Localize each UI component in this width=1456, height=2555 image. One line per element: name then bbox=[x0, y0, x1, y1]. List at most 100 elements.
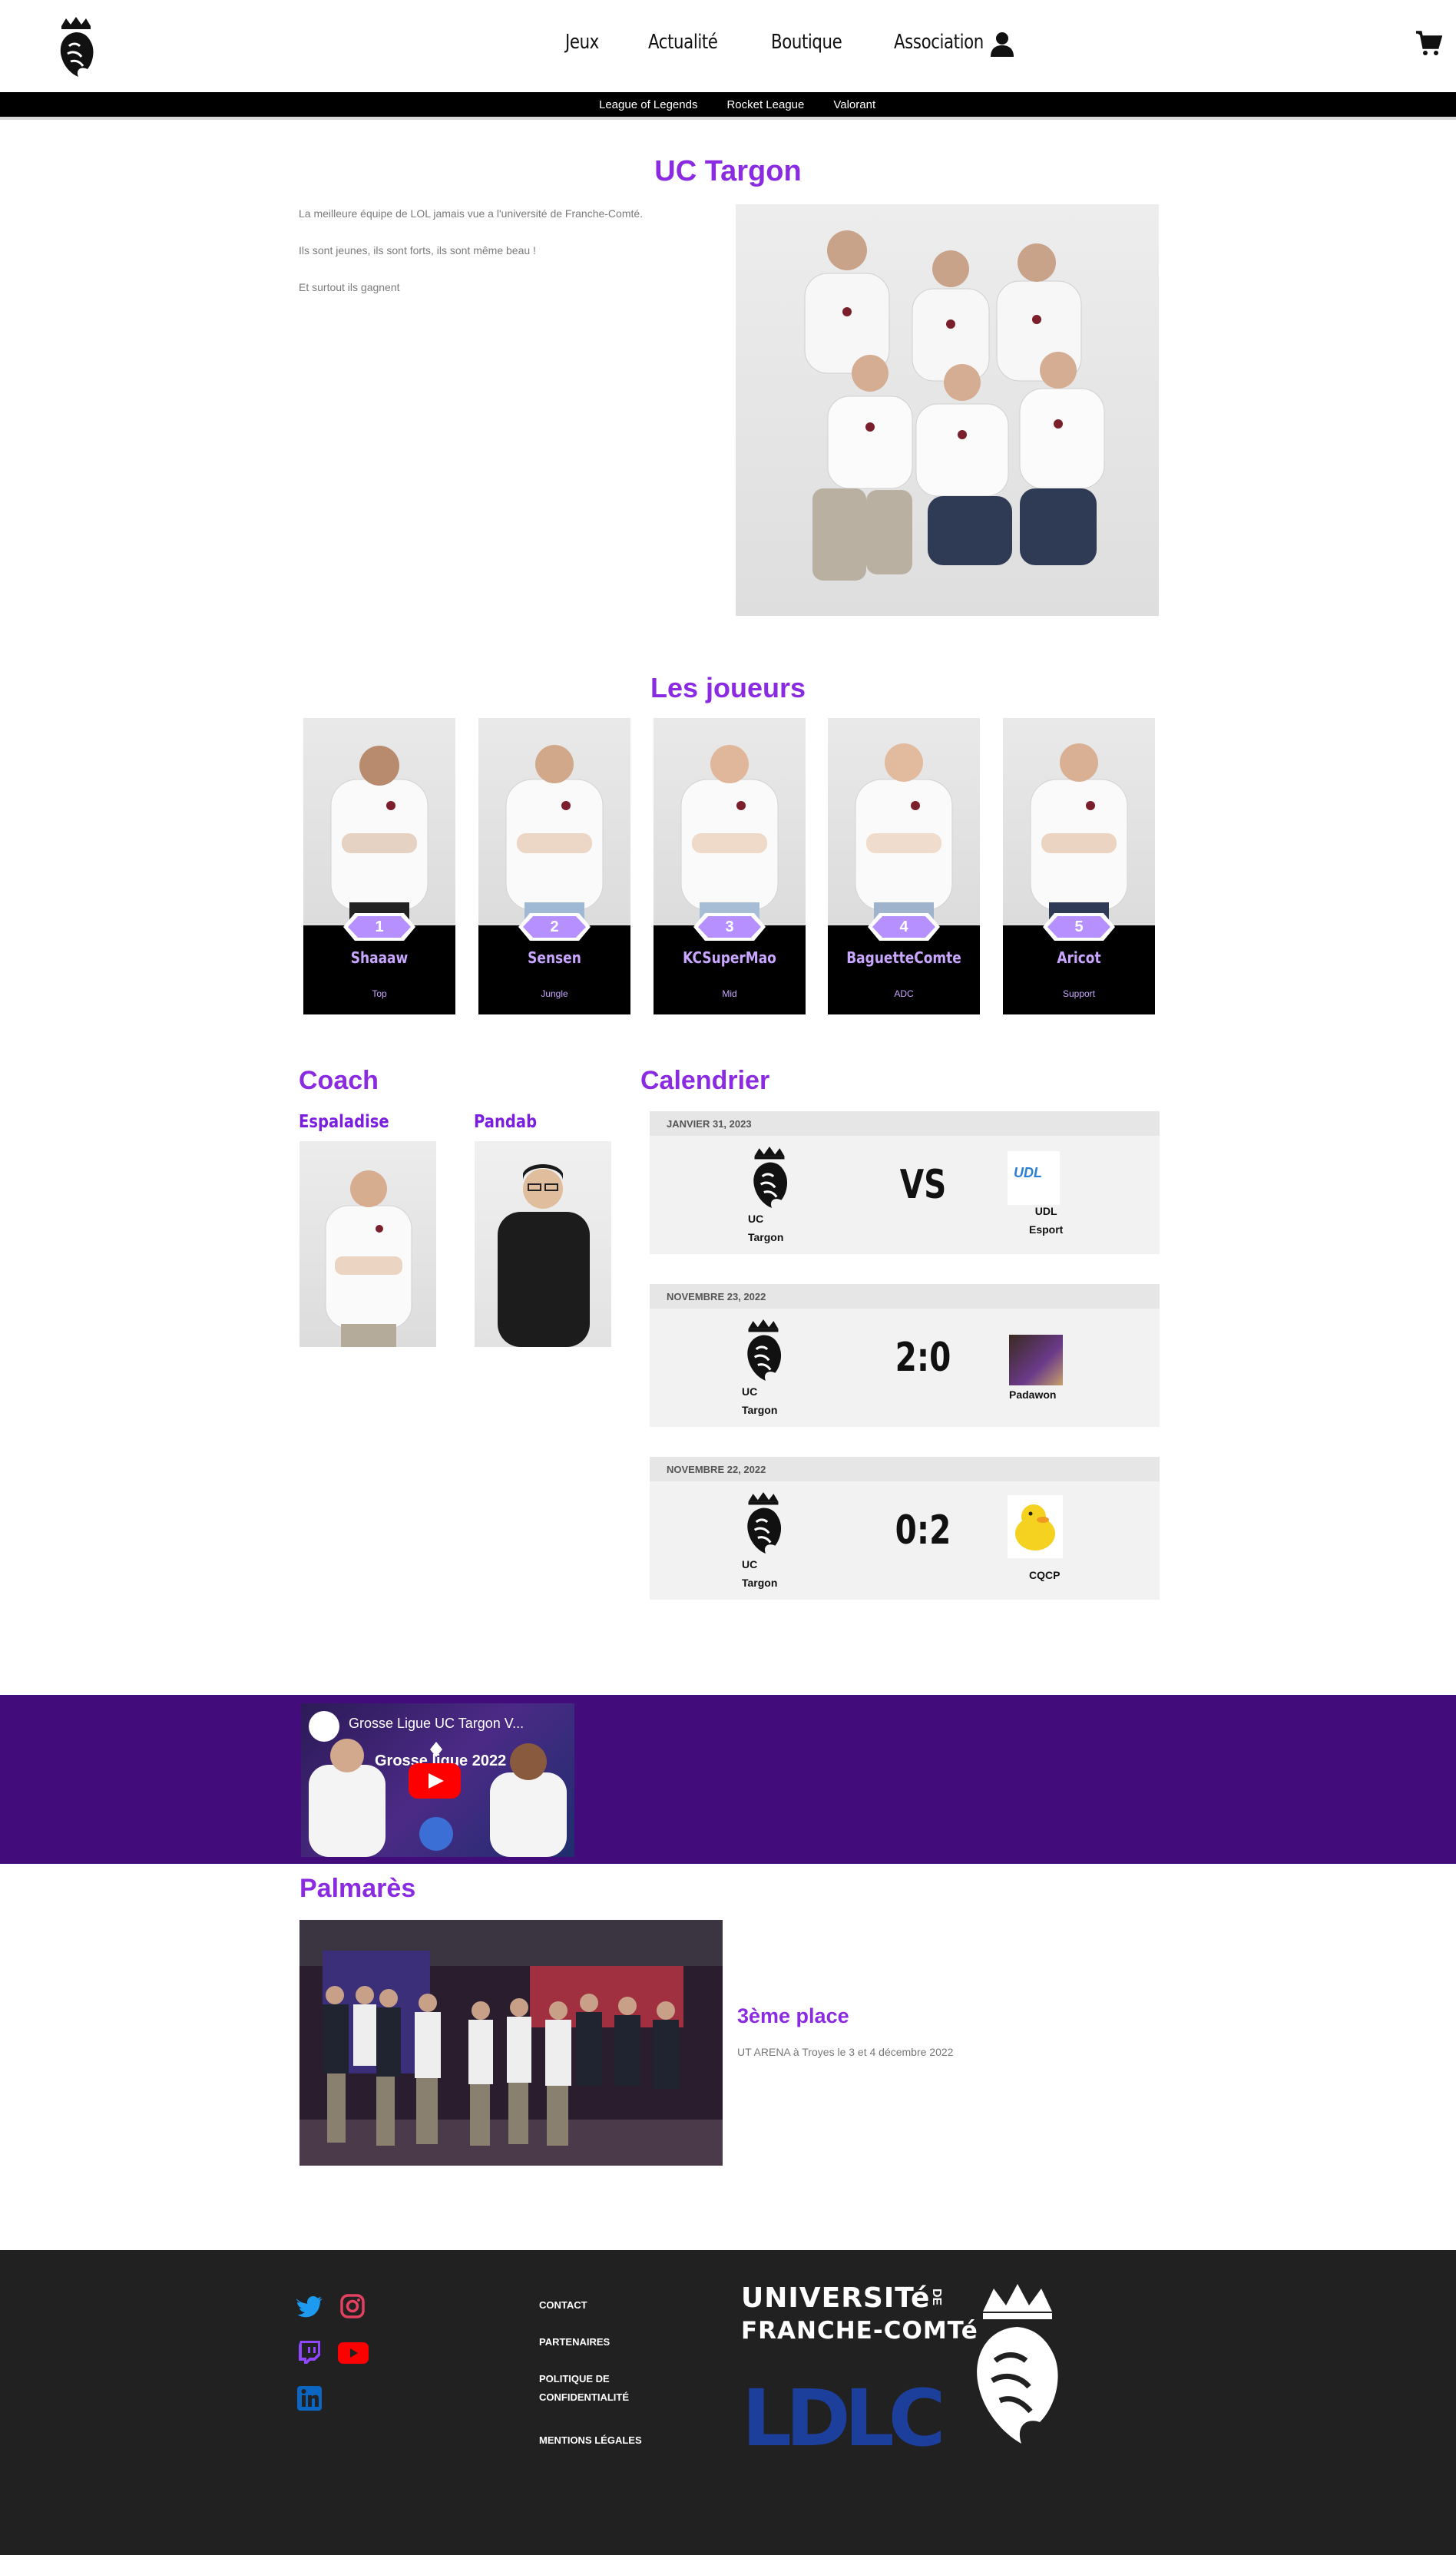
player-number-badge: 2 bbox=[523, 916, 586, 938]
player-role: Jungle bbox=[541, 988, 568, 999]
footer-link-privacy-line: CONFIDENTIALITÉ bbox=[539, 2391, 629, 2403]
opponent-logo-text: UDL bbox=[1014, 1165, 1042, 1180]
player-name: BaguetteComte bbox=[846, 948, 961, 967]
team-name-line: Targon bbox=[748, 1231, 784, 1243]
coach-photo bbox=[299, 1141, 436, 1347]
player-card[interactable]: 5 Aricot Support bbox=[1003, 718, 1155, 1014]
footer-link-contact[interactable]: CONTACT bbox=[539, 2296, 587, 2315]
coach-name: Pandab bbox=[474, 1112, 538, 1132]
player-number-badge: 5 bbox=[1047, 916, 1110, 938]
palmares-description: UT ARENA à Troyes le 3 et 4 décembre 202… bbox=[737, 2046, 954, 2058]
player-number-badge: 4 bbox=[872, 916, 935, 938]
uc-targon-logo-icon bbox=[747, 1492, 782, 1554]
ldlc-logo[interactable]: LDLC bbox=[742, 2373, 946, 2464]
hero-paragraph-3: Et surtout ils gagnent bbox=[299, 281, 400, 293]
site-header: Jeux Actualité Boutique Association bbox=[0, 0, 1456, 92]
instagram-icon[interactable] bbox=[339, 2293, 366, 2319]
match-card[interactable]: JANVIER 31, 2023 UC Targon VS UDL UDL Es… bbox=[650, 1111, 1160, 1254]
coach-title: Coach bbox=[299, 1066, 379, 1095]
opponent-name-line: Padawon bbox=[1009, 1388, 1057, 1401]
player-photo bbox=[654, 718, 806, 925]
lion-logo-icon[interactable] bbox=[54, 15, 98, 78]
player-name: Sensen bbox=[528, 948, 581, 967]
match-card[interactable]: NOVEMBRE 23, 2022 UC Targon 2:0 Padawon bbox=[650, 1284, 1160, 1427]
coach-name: Espaladise bbox=[299, 1112, 389, 1132]
nav-boutique[interactable]: Boutique bbox=[771, 31, 842, 54]
university-logo-de: DE bbox=[930, 2289, 943, 2306]
player-card[interactable]: 1 Shaaaw Top bbox=[303, 718, 455, 1014]
hero-paragraph-2: Ils sont jeunes, ils sont forts, ils son… bbox=[299, 244, 536, 256]
linkedin-icon[interactable] bbox=[296, 2385, 323, 2411]
hero-paragraph-1: La meilleure équipe de LOL jamais vue a … bbox=[299, 207, 644, 220]
nav-actualite[interactable]: Actualité bbox=[648, 31, 719, 54]
player-photo bbox=[478, 718, 630, 925]
opponent-name: CQCP bbox=[1029, 1566, 1060, 1584]
footer-link-privacy[interactable]: POLITIQUE DE CONFIDENTIALITÉ bbox=[539, 2370, 629, 2407]
player-photo bbox=[828, 718, 980, 925]
uc-targon-logo-icon bbox=[753, 1147, 788, 1208]
nav-jeux[interactable]: Jeux bbox=[565, 31, 603, 54]
players-title: Les joueurs bbox=[650, 672, 806, 703]
main-nav: Jeux Actualité Boutique Association bbox=[565, 31, 1052, 54]
team-photo bbox=[736, 204, 1159, 616]
user-icon[interactable] bbox=[989, 31, 1015, 57]
subnav-rocket-league[interactable]: Rocket League bbox=[726, 98, 804, 111]
team-name-line: Targon bbox=[742, 1404, 778, 1416]
subnav-league-of-legends[interactable]: League of Legends bbox=[599, 98, 697, 111]
player-photo bbox=[303, 718, 455, 925]
youtube-video-embed[interactable]: Grosse Ligue UC Targon V... Grosse ligue… bbox=[301, 1703, 574, 1857]
twitter-icon[interactable] bbox=[296, 2293, 323, 2319]
lion-footer-logo-icon bbox=[977, 2284, 1058, 2444]
player-number-badge: 1 bbox=[348, 916, 411, 938]
nav-association[interactable]: Association bbox=[894, 31, 994, 54]
player-photo bbox=[1003, 718, 1155, 925]
team-name-line: UC bbox=[742, 1558, 758, 1570]
match-team-name: UC Targon bbox=[742, 1382, 777, 1419]
match-date: NOVEMBRE 23, 2022 bbox=[650, 1284, 1160, 1309]
player-role: Support bbox=[1062, 988, 1096, 999]
player-name: Aricot bbox=[1057, 948, 1101, 967]
match-date: NOVEMBRE 22, 2022 bbox=[650, 1457, 1160, 1481]
player-card[interactable]: 3 KCSuperMao Mid bbox=[654, 718, 806, 1014]
twitch-icon[interactable] bbox=[296, 2339, 323, 2365]
player-card[interactable]: 2 Sensen Jungle bbox=[478, 718, 630, 1014]
coach-photo bbox=[475, 1141, 611, 1347]
university-logo-line: FRANCHE-COMTé bbox=[741, 2317, 978, 2345]
opponent-name: Padawon bbox=[1009, 1385, 1056, 1404]
video-title[interactable]: Grosse Ligue UC Targon V... bbox=[349, 1716, 524, 1732]
player-role: Top bbox=[372, 988, 387, 999]
subnav-valorant[interactable]: Valorant bbox=[833, 98, 875, 111]
match-score: VS bbox=[899, 1162, 947, 1208]
games-subnav: League of Legends Rocket League Valorant bbox=[0, 92, 1456, 120]
udl-esport-logo-icon: UDL bbox=[1008, 1151, 1060, 1205]
footer-link-legal[interactable]: MENTIONS LÉGALES bbox=[539, 2431, 642, 2450]
palmares-title: Palmarès bbox=[299, 1874, 416, 1903]
player-name: Shaaaw bbox=[350, 948, 409, 967]
calendar-title: Calendrier bbox=[640, 1066, 770, 1095]
youtube-icon[interactable] bbox=[338, 2342, 369, 2364]
match-score: 2:0 bbox=[895, 1335, 951, 1381]
uc-targon-logo-icon bbox=[747, 1319, 782, 1381]
player-name: KCSuperMao bbox=[683, 948, 776, 967]
team-name-line: UC bbox=[742, 1385, 758, 1398]
padawon-logo-icon bbox=[1009, 1335, 1063, 1385]
cart-icon[interactable] bbox=[1415, 29, 1442, 57]
play-icon[interactable] bbox=[409, 1763, 461, 1799]
site-footer: CONTACT PARTENAIRES POLITIQUE DE CONFIDE… bbox=[0, 2250, 1456, 2555]
opponent-name-line: CQCP bbox=[1029, 1569, 1061, 1581]
player-role: Mid bbox=[722, 988, 737, 999]
team-name-line: Targon bbox=[742, 1577, 778, 1589]
footer-link-privacy-line: POLITIQUE DE bbox=[539, 2373, 610, 2385]
player-card[interactable]: 4 BaguetteComte ADC bbox=[828, 718, 980, 1014]
match-card[interactable]: NOVEMBRE 22, 2022 UC Targon 0:2 CQCP bbox=[650, 1457, 1160, 1600]
page-title: UC Targon bbox=[654, 155, 802, 187]
footer-link-partners[interactable]: PARTENAIRES bbox=[539, 2333, 610, 2351]
match-score: 0:2 bbox=[895, 1508, 951, 1554]
ldlc-logo-text: LDLC bbox=[742, 2373, 946, 2464]
player-role: ADC bbox=[894, 988, 914, 999]
opponent-name-line: Esport bbox=[1029, 1223, 1064, 1236]
match-team-name: UC Targon bbox=[742, 1555, 777, 1592]
match-team-name: UC Targon bbox=[748, 1210, 783, 1246]
palmares-place: 3ème place bbox=[737, 2004, 849, 2027]
team-name-line: UC bbox=[748, 1213, 764, 1225]
